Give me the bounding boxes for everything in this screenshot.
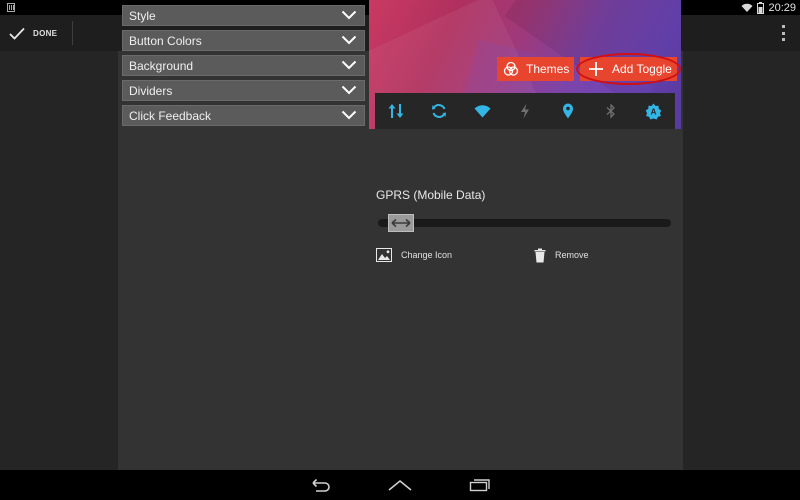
toggle-flash[interactable]: [504, 93, 547, 129]
action-bar-divider: [72, 21, 73, 45]
themes-button[interactable]: Themes: [497, 57, 574, 81]
toggle-bluetooth[interactable]: [589, 93, 632, 129]
remove-button[interactable]: Remove: [534, 245, 589, 265]
dropdown-dividers[interactable]: Dividers: [122, 80, 365, 101]
dropdown-label: Background: [129, 58, 194, 73]
toggle-mobile-data[interactable]: [375, 93, 418, 129]
chevron-down-icon: [341, 35, 357, 45]
toggle-name: GPRS (Mobile Data): [376, 188, 486, 202]
dropdown-label: Dividers: [129, 83, 173, 98]
themes-icon: [503, 61, 519, 76]
reorder-slider-track[interactable]: [378, 219, 671, 227]
battery-icon: [757, 1, 765, 14]
clock: 20:29: [768, 1, 796, 14]
back-button[interactable]: [306, 475, 334, 495]
reorder-slider-thumb[interactable]: [388, 214, 414, 232]
wifi-icon: [741, 3, 753, 12]
chevron-down-icon: [341, 60, 357, 70]
toggle-sync[interactable]: [418, 93, 461, 129]
toggle-wifi[interactable]: [461, 93, 504, 129]
back-icon: [312, 478, 330, 492]
recents-icon: [469, 479, 490, 492]
dropdown-background[interactable]: Background: [122, 55, 365, 76]
settings-list: Style Button Colors Background Dividers …: [122, 5, 365, 130]
notification-icon: [7, 3, 15, 12]
flash-icon: [520, 103, 529, 119]
location-icon: [562, 103, 573, 119]
bluetooth-icon: [606, 103, 615, 119]
chevron-down-icon: [341, 85, 357, 95]
dropdown-label: Button Colors: [129, 33, 202, 48]
navigation-bar: [0, 470, 800, 500]
status-right: 20:29: [741, 0, 796, 15]
remove-label: Remove: [555, 250, 589, 260]
toggle-location[interactable]: [546, 93, 589, 129]
home-icon: [388, 479, 412, 491]
change-icon-button[interactable]: Change Icon: [376, 245, 452, 265]
toggle-bar: A: [375, 93, 675, 129]
dropdown-label: Style: [129, 8, 156, 23]
image-icon: [376, 248, 392, 262]
dropdown-button-colors[interactable]: Button Colors: [122, 30, 365, 51]
change-icon-label: Change Icon: [401, 250, 453, 260]
dropdown-click-feedback[interactable]: Click Feedback: [122, 105, 365, 126]
chevron-down-icon: [341, 110, 357, 120]
mobile-data-icon: [388, 104, 404, 118]
overflow-menu-icon[interactable]: [780, 25, 786, 41]
trash-icon: [534, 248, 546, 262]
double-arrow-icon: [391, 218, 411, 228]
preview-pointer: [376, 158, 412, 180]
recents-button[interactable]: [466, 475, 494, 495]
chevron-down-icon: [341, 10, 357, 20]
toggle-auto-brightness[interactable]: A: [632, 93, 675, 129]
wifi-icon: [474, 104, 491, 117]
check-icon: [9, 27, 25, 40]
dropdown-label: Click Feedback: [129, 108, 212, 123]
annotation-highlight: [576, 53, 681, 85]
done-button[interactable]: DONE: [0, 15, 72, 51]
themes-label: Themes: [526, 62, 570, 76]
auto-brightness-icon: A: [645, 103, 662, 119]
svg-text:A: A: [651, 107, 657, 116]
home-button[interactable]: [386, 475, 414, 495]
dropdown-style[interactable]: Style: [122, 5, 365, 26]
sync-icon: [432, 104, 447, 118]
done-label: DONE: [33, 28, 58, 38]
